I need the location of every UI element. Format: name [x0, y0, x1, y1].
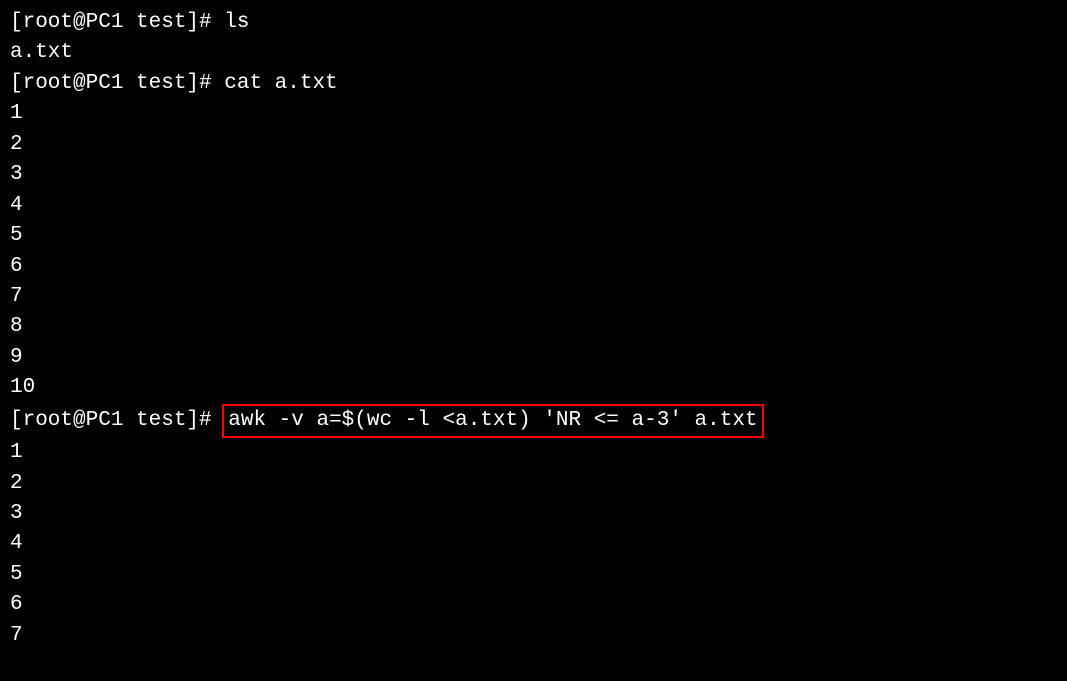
terminal-output-cat-8: 8 — [10, 312, 1057, 342]
terminal-output-awk-2: 2 — [10, 469, 1057, 499]
terminal-output-awk-3: 3 — [10, 499, 1057, 529]
terminal-output-ls: a.txt — [10, 38, 1057, 68]
terminal-output-cat-6: 6 — [10, 252, 1057, 282]
highlighted-command: awk -v a=$(wc -l <a.txt) 'NR <= a-3' a.t… — [222, 404, 763, 438]
terminal-output-awk-4: 4 — [10, 529, 1057, 559]
terminal-output-cat-4: 4 — [10, 191, 1057, 221]
terminal-output-awk-1: 1 — [10, 438, 1057, 468]
terminal-output-cat-5: 5 — [10, 221, 1057, 251]
terminal-prompt: [root@PC1 test]# — [10, 406, 224, 436]
terminal-output-awk-6: 6 — [10, 590, 1057, 620]
terminal-line-cat-cmd: [root@PC1 test]# cat a.txt — [10, 69, 1057, 99]
terminal-output-cat-3: 3 — [10, 160, 1057, 190]
terminal-output-awk-5: 5 — [10, 560, 1057, 590]
terminal-output-cat-1: 1 — [10, 99, 1057, 129]
terminal-output-cat-10: 10 — [10, 373, 1057, 403]
terminal-output-cat-7: 7 — [10, 282, 1057, 312]
terminal-output-cat-2: 2 — [10, 130, 1057, 160]
terminal-line-awk-cmd: [root@PC1 test]# awk -v a=$(wc -l <a.txt… — [10, 404, 1057, 438]
terminal-output-cat-9: 9 — [10, 343, 1057, 373]
terminal-output-awk-7: 7 — [10, 621, 1057, 651]
terminal-line-ls-cmd: [root@PC1 test]# ls — [10, 8, 1057, 38]
